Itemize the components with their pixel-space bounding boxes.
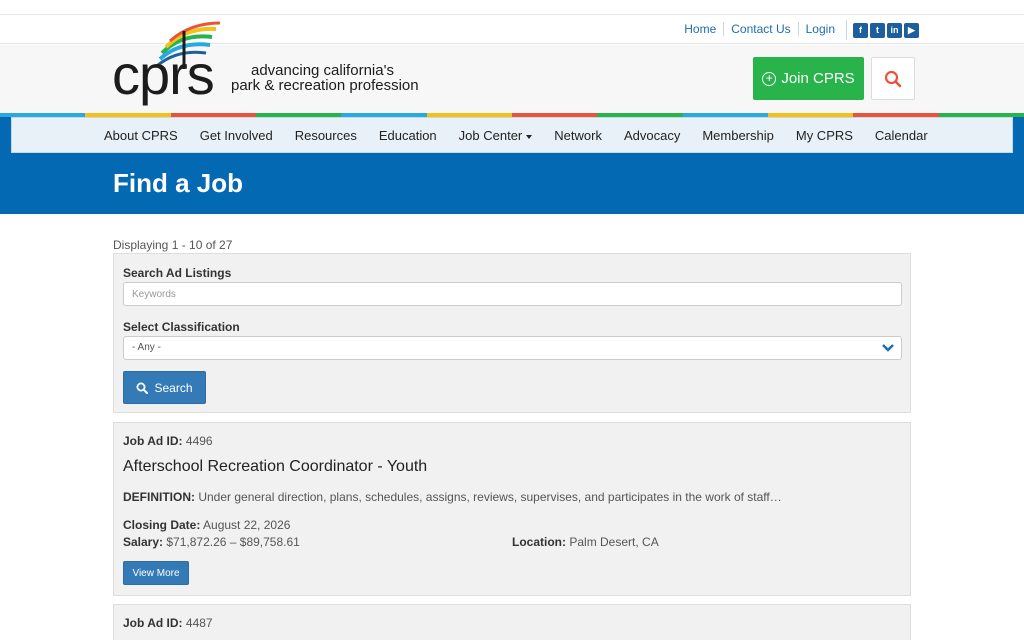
nav-advocacy[interactable]: Advocacy bbox=[624, 128, 680, 143]
salary-value: $71,872.26 – $89,758.61 bbox=[166, 535, 300, 549]
join-cprs-button[interactable]: + Join CPRS bbox=[753, 57, 864, 100]
definition-label: DEFINITION: bbox=[123, 490, 195, 504]
nav-about-cprs[interactable]: About CPRS bbox=[104, 128, 178, 143]
twitter-icon[interactable]: t bbox=[870, 22, 885, 38]
nav-network[interactable]: Network bbox=[554, 128, 602, 143]
login-link[interactable]: Login bbox=[797, 22, 842, 36]
search-icon bbox=[884, 70, 902, 87]
classification-value: - Any - bbox=[132, 342, 161, 353]
facebook-icon[interactable]: f bbox=[853, 22, 868, 38]
job-ad-id-value: 4496 bbox=[185, 434, 213, 448]
join-cprs-label: Join CPRS bbox=[781, 70, 855, 87]
page-title: Find a Job bbox=[113, 168, 243, 198]
youtube-icon[interactable]: ▶ bbox=[904, 22, 919, 38]
search-ad-listings-label: Search Ad Listings bbox=[123, 266, 232, 280]
salary-label: Salary: bbox=[123, 535, 164, 549]
job-search-panel: Search Ad Listings Select Classification… bbox=[113, 253, 911, 413]
plus-circle-icon: + bbox=[762, 71, 777, 86]
job-salary: Salary: $71,872.26 – $89,758.61 bbox=[123, 535, 300, 549]
location-label: Location: bbox=[512, 535, 566, 549]
main-navigation: About CPRS Get Involved Resources Educat… bbox=[11, 117, 1013, 153]
nav-get-involved[interactable]: Get Involved bbox=[200, 128, 273, 143]
nav-resources[interactable]: Resources bbox=[295, 128, 357, 143]
job-location: Location: Palm Desert, CA bbox=[512, 535, 659, 549]
closing-date-label: Closing Date: bbox=[123, 518, 201, 532]
chevron-down-icon bbox=[882, 344, 894, 352]
nav-calendar[interactable]: Calendar bbox=[875, 128, 928, 143]
keywords-input[interactable] bbox=[123, 282, 902, 306]
select-classification-label: Select Classification bbox=[123, 320, 240, 334]
contact-us-link[interactable]: Contact Us bbox=[723, 22, 797, 36]
social-links: f t in ▶ bbox=[846, 20, 919, 40]
job-ad-id-label: Job Ad ID: bbox=[123, 616, 183, 630]
nav-my-cprs[interactable]: My CPRS bbox=[796, 128, 853, 143]
nav-job-center[interactable]: Job Center bbox=[459, 128, 533, 143]
search-icon bbox=[136, 382, 149, 394]
location-value: Palm Desert, CA bbox=[569, 535, 659, 549]
nav-education[interactable]: Education bbox=[379, 128, 437, 143]
header-search-button[interactable] bbox=[871, 57, 915, 100]
job-ad-id: Job Ad ID: 4487 bbox=[123, 616, 213, 630]
view-more-button[interactable]: View More bbox=[123, 561, 189, 585]
logo-tagline-line-1: advancing california's bbox=[251, 62, 394, 79]
job-closing-date: Closing Date: August 22, 2026 bbox=[123, 518, 290, 532]
job-listing-card: Job Ad ID: 4496 Afterschool Recreation C… bbox=[113, 422, 911, 596]
linkedin-icon[interactable]: in bbox=[887, 22, 902, 38]
nav-job-center-label: Job Center bbox=[458, 128, 523, 143]
job-ad-id: Job Ad ID: 4496 bbox=[123, 434, 213, 448]
classification-select[interactable]: - Any - bbox=[123, 336, 902, 360]
job-ad-id-label: Job Ad ID: bbox=[123, 434, 183, 448]
search-button-label: Search bbox=[154, 380, 193, 395]
job-ad-id-value: 4487 bbox=[185, 616, 213, 630]
job-definition: DEFINITION: Under general direction, pla… bbox=[123, 490, 782, 504]
logo-wordmark: cprs bbox=[112, 43, 215, 106]
nav-membership[interactable]: Membership bbox=[702, 128, 774, 143]
job-title[interactable]: Afterschool Recreation Coordinator - You… bbox=[123, 458, 427, 476]
job-listing-card: Job Ad ID: 4487 bbox=[113, 604, 911, 640]
logo-tagline-line-2: park & recreation profession bbox=[231, 77, 419, 94]
results-count: Displaying 1 - 10 of 27 bbox=[113, 238, 233, 252]
closing-date-value: August 22, 2026 bbox=[203, 518, 291, 532]
cprs-logo[interactable]: cprs advancing california's park & recre… bbox=[112, 21, 432, 111]
site-header: cprs advancing california's park & recre… bbox=[0, 21, 1024, 113]
utility-links: Home Contact Us Login bbox=[677, 22, 842, 36]
home-link[interactable]: Home bbox=[677, 22, 723, 36]
definition-text: Under general direction, plans, schedule… bbox=[198, 490, 782, 504]
caret-down-icon bbox=[526, 134, 533, 139]
search-button[interactable]: Search bbox=[123, 371, 206, 404]
